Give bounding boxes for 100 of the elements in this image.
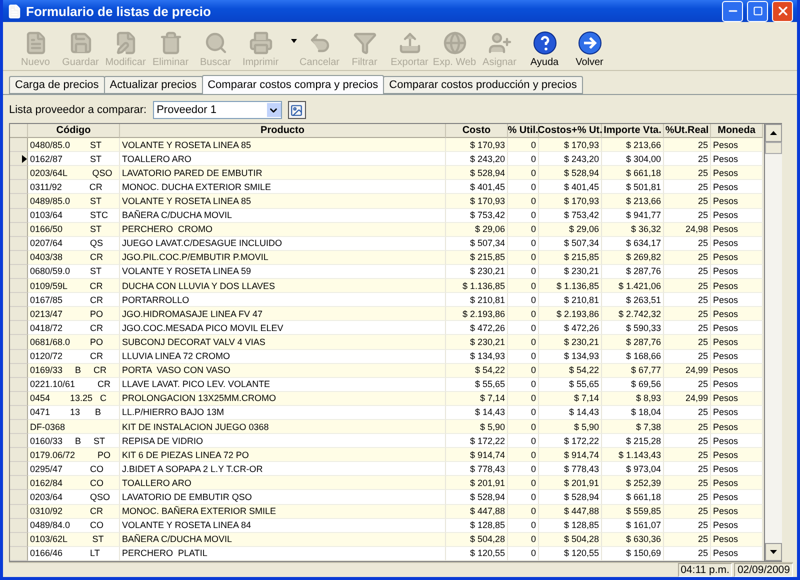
table-cell: 0 [508, 335, 539, 350]
table-cell: $ 210,81 [539, 293, 602, 308]
table-cell: LLAVE LAVAT. PICO LEV. VOLANTE [120, 378, 446, 392]
toolbar-button[interactable]: Ayuda [522, 24, 567, 68]
table-cell: 25 [664, 250, 711, 265]
table-cell: $ 528,94 [539, 166, 602, 180]
table-cell: Pesos [711, 335, 763, 350]
table-cell: 0 [508, 420, 539, 434]
tab[interactable]: Actualizar precios [104, 76, 203, 94]
table-cell: 0 [508, 264, 539, 280]
table-cell: $ 14,43 [539, 406, 602, 420]
table-cell: $ 507,34 [446, 236, 508, 251]
caret-icon[interactable] [291, 38, 297, 42]
table-cell: Pesos [711, 236, 763, 251]
table-cell: 25 [664, 236, 711, 251]
table-cell: PORTARROLLO [120, 293, 446, 308]
table-cell: $ 472,26 [446, 321, 508, 336]
table-cell: 0120/72 CR [28, 350, 120, 364]
tab[interactable]: Comparar costos producción y precios [383, 76, 583, 94]
table-cell: Pesos [711, 518, 763, 533]
table-cell: 25 [664, 406, 711, 420]
column-header[interactable]: Producto [120, 124, 446, 138]
table-cell: $ 507,34 [539, 236, 602, 251]
printer-icon [248, 31, 272, 55]
table-cell: 25 [664, 462, 711, 476]
column-header[interactable]: % Util. [508, 124, 539, 138]
tab[interactable]: Carga de precios [9, 76, 105, 94]
table-cell: 0213/47 PO [28, 307, 120, 322]
table-cell: $ 172,22 [446, 434, 508, 448]
minimize-button[interactable] [722, 0, 743, 22]
table-cell: KIT DE INSTALACION JUEGO 0368 [120, 420, 446, 434]
maximize-icon [752, 6, 762, 16]
table-cell: 0 [508, 448, 539, 462]
table-cell: $ 5,90 [539, 420, 602, 434]
table-cell: PROLONGACION 13X25MM.CROMO [120, 392, 446, 406]
column-header[interactable]: Moneda [711, 124, 763, 138]
table-cell: 0203/64 QSO [28, 490, 120, 505]
table-cell: $ 504,28 [446, 532, 508, 547]
table-cell: J.BIDET A SOPAPA 2 L.Y T.CR-OR [120, 462, 446, 476]
table-cell: $ 634,17 [602, 236, 664, 251]
maximize-button[interactable] [747, 0, 768, 22]
close-button[interactable] [772, 0, 793, 22]
table-cell: 0403/38 CR [28, 250, 120, 265]
table-cell: 0103/62L ST [28, 532, 120, 547]
table-cell: BAÑERA C/DUCHA MOVIL [120, 532, 446, 547]
supplier-label: Lista proveedor a comparar: [9, 104, 147, 116]
table-cell: $ 559,85 [602, 504, 664, 519]
table-cell: $ 287,76 [602, 264, 664, 280]
table-cell: 25 [664, 420, 711, 434]
table-cell: REPISA DE VIDRIO [120, 434, 446, 448]
column-header[interactable]: Costos+% Ut. [539, 124, 602, 138]
table-cell: $ 172,22 [539, 434, 602, 448]
column-header[interactable]: Importe Vta. [602, 124, 664, 138]
table-cell: $ 170,93 [446, 194, 508, 209]
table-cell: $ 170,93 [539, 194, 602, 209]
row-header[interactable] [10, 152, 28, 166]
table-cell: $ 401,45 [539, 180, 602, 194]
search-icon [204, 31, 228, 55]
table-cell: $ 914,74 [446, 448, 508, 462]
column-header[interactable]: %Ut.Real [664, 124, 711, 138]
table-cell: 0 [508, 406, 539, 420]
table-cell: PERCHERO PLATIL [120, 546, 446, 561]
image-button[interactable] [288, 101, 306, 119]
table-cell: $ 201,91 [446, 476, 508, 490]
scrollbar[interactable] [764, 124, 782, 561]
table-cell: 0 [508, 138, 539, 152]
table-cell: LAVATORIO PARED DE EMBUTIR [120, 166, 446, 180]
table-cell: $ 753,42 [446, 208, 508, 223]
table-cell: VOLANTE Y ROSETA LINEA 85 [120, 194, 446, 209]
table-cell: $ 2.193,86 [539, 307, 602, 322]
table-cell: 25 [664, 166, 711, 180]
table-cell: 0 [508, 364, 539, 378]
table-cell: Pesos [711, 504, 763, 519]
toolbar-button[interactable]: Volver [567, 24, 612, 68]
table-cell: $ 263,51 [602, 293, 664, 308]
column-header[interactable]: Costo [446, 124, 508, 138]
table-cell: 25 [664, 293, 711, 308]
table-cell: 25 [664, 476, 711, 490]
table-cell: $ 447,88 [539, 504, 602, 519]
column-header[interactable]: Código [28, 124, 120, 138]
table-cell: 0 [508, 350, 539, 364]
table-cell: TOALLERO ARO [120, 476, 446, 490]
table-cell: $ 528,94 [446, 490, 508, 505]
supplier-dropdown[interactable]: Proveedor 1 [152, 101, 282, 119]
table-cell: $ 1.143,43 [602, 448, 664, 462]
table-cell: 24,99 [664, 364, 711, 378]
table-cell: $ 287,76 [602, 335, 664, 350]
scroll-thumb[interactable] [765, 142, 782, 154]
tab[interactable]: Comparar costos compra y precios [202, 75, 384, 94]
table-cell: $ 170,93 [539, 138, 602, 152]
table-cell: $ 1.136,85 [539, 279, 602, 294]
table-cell: JGO.HIDROMASAJE LINEA FV 47 [120, 307, 446, 322]
table-cell: 0418/72 CR [28, 321, 120, 336]
table-cell: 0 [508, 462, 539, 476]
table-cell: 0203/64L QSO [28, 166, 120, 180]
table-cell: $ 252,39 [602, 476, 664, 490]
trash-icon [158, 31, 182, 55]
table-cell: Pesos [711, 490, 763, 505]
table-cell: $ 7,14 [539, 392, 602, 406]
table-cell: $ 29,06 [539, 222, 602, 237]
